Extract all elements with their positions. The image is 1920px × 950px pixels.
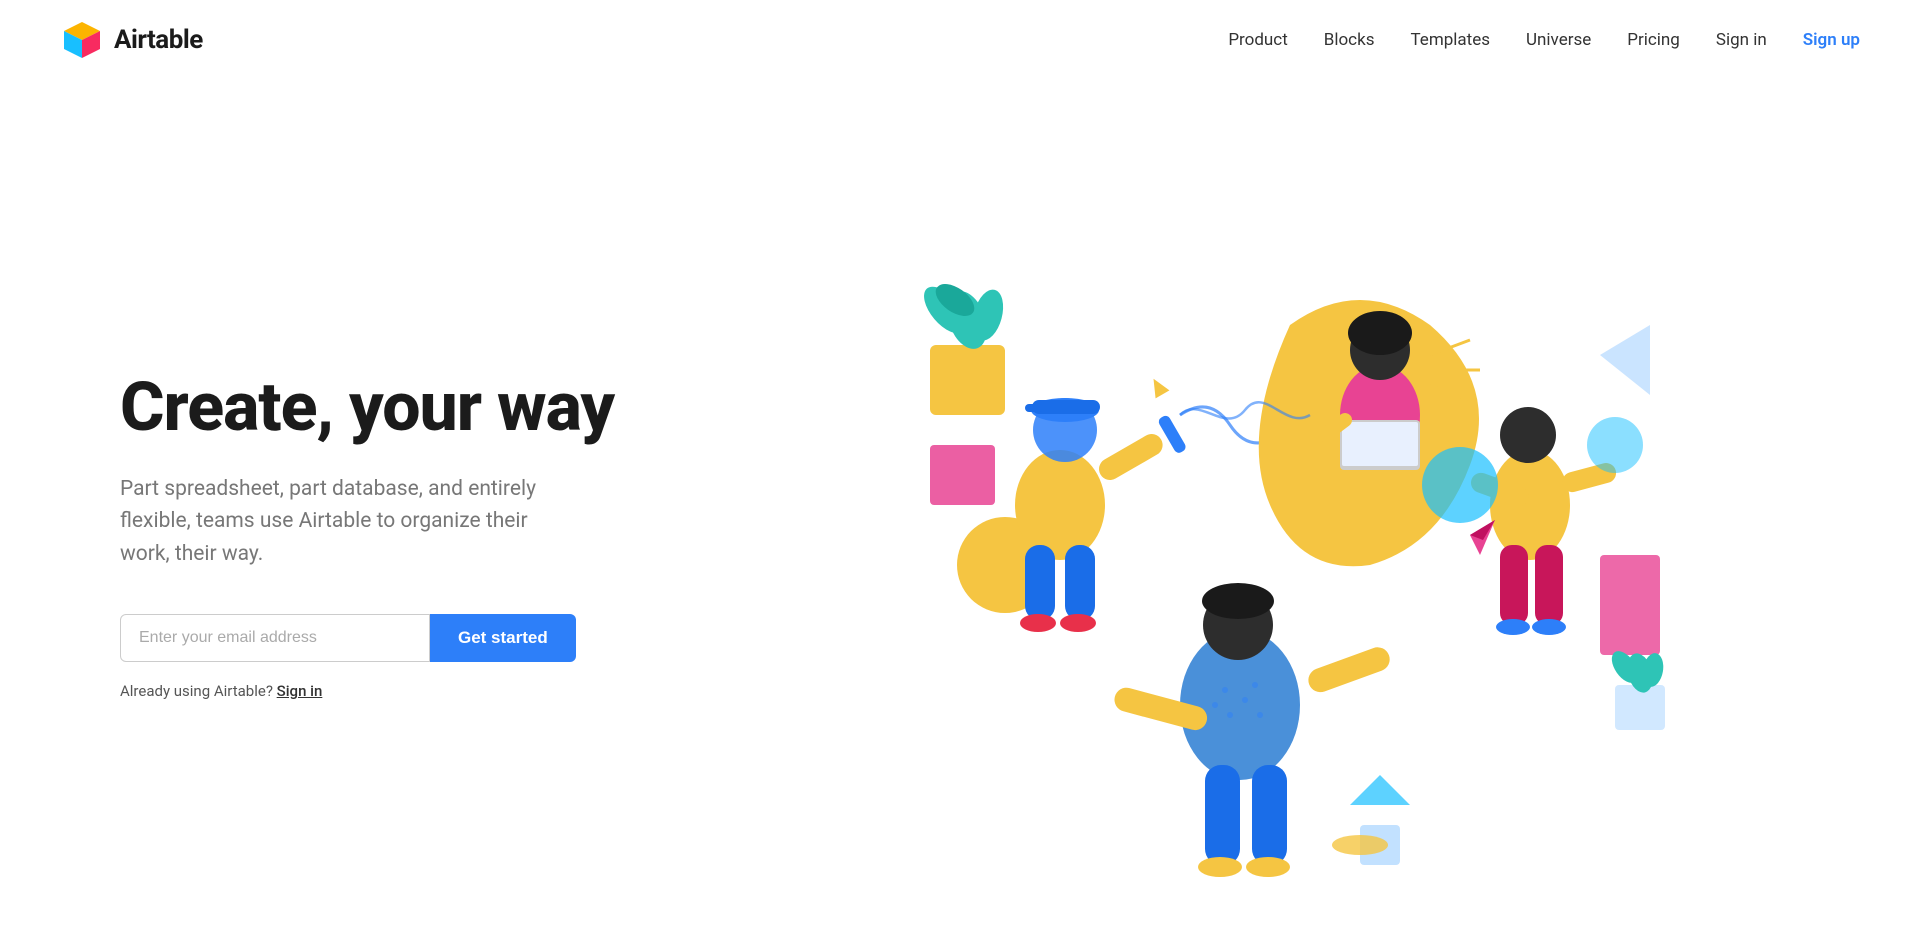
signin-prefix-text: Already using Airtable? <box>120 682 273 700</box>
nav-item-universe: Universe <box>1526 30 1591 50</box>
logo-link[interactable]: Airtable <box>60 18 203 62</box>
nav-item-blocks: Blocks <box>1324 30 1375 50</box>
cta-form: Get started <box>120 614 700 662</box>
nav-link-pricing[interactable]: Pricing <box>1627 30 1680 50</box>
get-started-button[interactable]: Get started <box>430 614 576 662</box>
nav-link-blocks[interactable]: Blocks <box>1324 30 1375 50</box>
nav-link-product[interactable]: Product <box>1228 30 1287 50</box>
nav-link-signin[interactable]: Sign in <box>1716 30 1767 50</box>
hero-section: Create, your way Part spreadsheet, part … <box>0 80 1920 950</box>
hero-title: Create, your way <box>120 370 700 445</box>
nav-item-signin: Sign in <box>1716 30 1767 50</box>
hero-svg <box>870 125 1690 905</box>
nav-links: Product Blocks Templates Universe Pricin… <box>1228 30 1860 50</box>
nav-item-signup: Sign up <box>1803 30 1860 50</box>
nav-item-templates: Templates <box>1410 30 1490 50</box>
nav-link-templates[interactable]: Templates <box>1410 30 1490 50</box>
hero-illustration <box>700 80 1860 950</box>
nav-item-pricing: Pricing <box>1627 30 1680 50</box>
hero-content: Create, your way Part spreadsheet, part … <box>120 330 700 700</box>
hero-subtitle: Part spreadsheet, part database, and ent… <box>120 473 580 571</box>
signin-link[interactable]: Sign in <box>277 682 323 700</box>
nav-link-signup[interactable]: Sign up <box>1803 30 1860 50</box>
logo-text: Airtable <box>114 25 203 55</box>
email-input[interactable] <box>120 614 430 662</box>
signin-prompt: Already using Airtable? Sign in <box>120 682 700 700</box>
navbar: Airtable Product Blocks Templates Univer… <box>0 0 1920 80</box>
nav-link-universe[interactable]: Universe <box>1526 30 1591 50</box>
logo-icon <box>60 18 104 62</box>
nav-item-product: Product <box>1228 30 1287 50</box>
